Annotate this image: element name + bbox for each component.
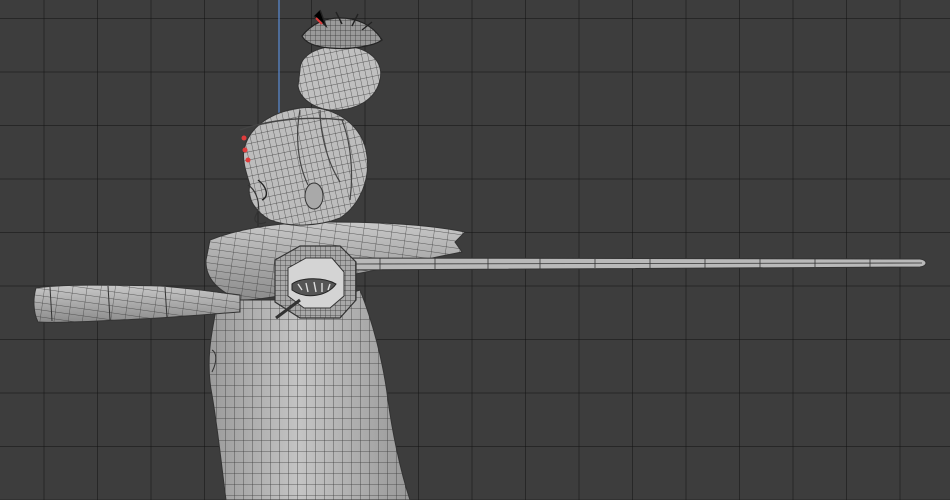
selected-vertex-3[interactable] (245, 157, 251, 163)
head-mesh[interactable] (239, 106, 369, 226)
hair-ornament-mesh[interactable] (301, 9, 383, 50)
left-arm-mesh[interactable] (33, 284, 241, 323)
selected-vertex-2[interactable] (242, 147, 248, 153)
scene-svg (33, 0, 927, 500)
shoulder-socket-mesh[interactable] (274, 245, 357, 320)
3d-viewport[interactable] (0, 0, 950, 500)
hair-bun-mesh[interactable] (297, 45, 382, 111)
selected-vertex-1[interactable] (241, 135, 247, 141)
torso-mesh[interactable] (208, 289, 411, 500)
right-arm-mesh[interactable] (339, 257, 927, 271)
